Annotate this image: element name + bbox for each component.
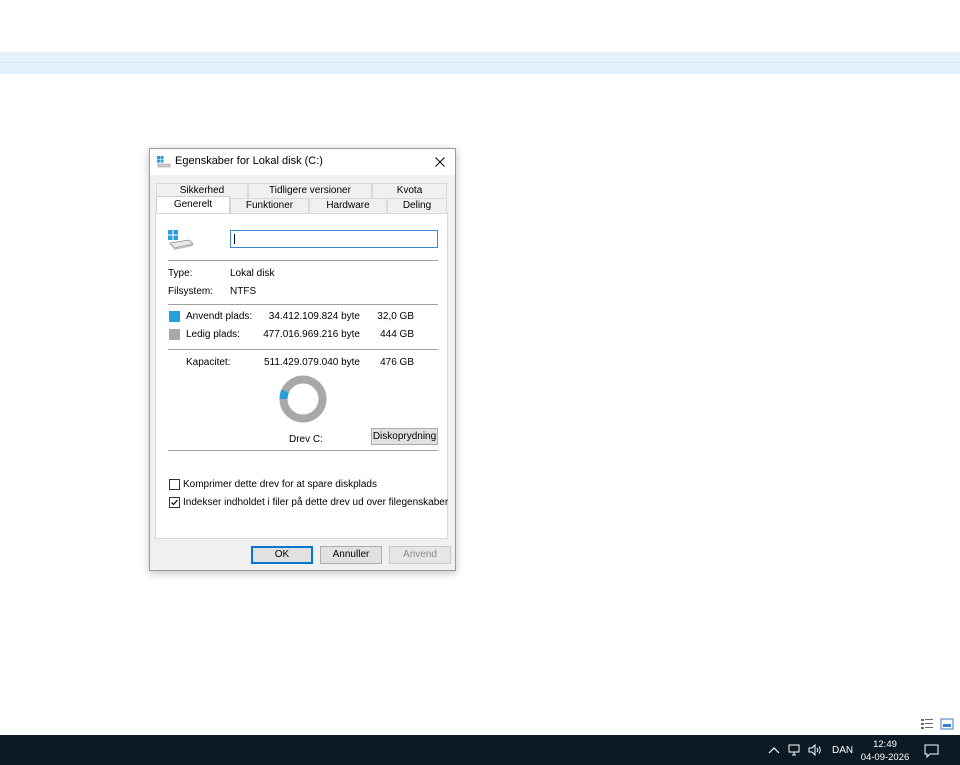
clock-time: 12:49 bbox=[873, 739, 897, 750]
properties-dialog: Egenskaber for Lokal disk (C:) Sikkerhed… bbox=[149, 148, 456, 571]
free-space-ring bbox=[279, 375, 327, 423]
language-indicator[interactable]: DAN bbox=[832, 745, 853, 756]
separator-4 bbox=[168, 450, 438, 451]
separator-3 bbox=[168, 349, 438, 350]
usage-donut-chart bbox=[279, 375, 327, 423]
index-checkbox[interactable] bbox=[169, 497, 180, 508]
drive-icon bbox=[157, 156, 171, 168]
used-color-swatch bbox=[169, 311, 180, 322]
tabs-row-bottom: Generelt Funktioner Hardware Deling bbox=[156, 196, 447, 213]
type-label: Type: bbox=[168, 268, 193, 279]
filesystem-value: NTFS bbox=[230, 286, 257, 297]
dialog-titlebar[interactable]: Egenskaber for Lokal disk (C:) bbox=[150, 149, 455, 175]
drive-large-icon bbox=[168, 230, 194, 250]
band-line bbox=[0, 62, 960, 63]
free-space-gb: 444 GB bbox=[380, 329, 414, 340]
tab-previous-versions[interactable]: Tidligere versioner bbox=[248, 183, 372, 198]
tab-general[interactable]: Generelt bbox=[156, 196, 230, 213]
compress-label: Komprimer dette drev for at spare diskpl… bbox=[183, 479, 377, 490]
apply-button[interactable]: Anvend bbox=[389, 546, 451, 564]
capacity-label: Kapacitet: bbox=[186, 357, 231, 368]
filesystem-label: Filsystem: bbox=[168, 286, 213, 297]
desktop-view-icons bbox=[921, 718, 955, 733]
cancel-button[interactable]: Annuller bbox=[320, 546, 382, 564]
drive-label: Drev C: bbox=[289, 434, 323, 445]
general-panel: Type: Lokal disk Filsystem: NTFS Anvendt… bbox=[155, 213, 448, 539]
disk-cleanup-button[interactable]: Diskoprydning bbox=[371, 428, 438, 445]
used-space-gb: 32,0 GB bbox=[377, 311, 414, 322]
used-space-arc bbox=[279, 389, 289, 400]
free-color-swatch bbox=[169, 329, 180, 340]
used-space-label: Anvendt plads: bbox=[186, 311, 253, 322]
taskbar: DAN 12:49 04-09-2026 bbox=[0, 735, 960, 765]
network-icon[interactable] bbox=[788, 744, 802, 756]
separator-2 bbox=[168, 304, 438, 305]
tab-tools[interactable]: Funktioner bbox=[230, 198, 309, 213]
clock[interactable]: 12:49 04-09-2026 bbox=[856, 738, 914, 764]
close-icon bbox=[435, 157, 445, 167]
free-space-label: Ledig plads: bbox=[186, 329, 240, 340]
capacity-bytes: 511.429.079.040 byte bbox=[263, 357, 360, 368]
tab-hardware[interactable]: Hardware bbox=[309, 198, 387, 213]
used-space-bytes: 34.412.109.824 byte bbox=[268, 311, 360, 322]
tab-quota[interactable]: Kvota bbox=[372, 183, 447, 198]
separator-1 bbox=[168, 260, 438, 261]
window-band bbox=[0, 52, 960, 74]
clock-date: 04-09-2026 bbox=[860, 752, 910, 763]
notifications-icon[interactable] bbox=[924, 744, 939, 758]
ok-button[interactable]: OK bbox=[251, 546, 313, 564]
checkmark-icon bbox=[171, 499, 178, 506]
compress-checkbox[interactable] bbox=[169, 479, 180, 490]
chevron-up-icon[interactable] bbox=[768, 745, 780, 755]
view-toggle-icon[interactable] bbox=[921, 718, 955, 730]
volume-icon[interactable] bbox=[808, 744, 824, 756]
capacity-gb: 476 GB bbox=[380, 357, 414, 368]
dialog-title: Egenskaber for Lokal disk (C:) bbox=[175, 155, 323, 167]
close-button[interactable] bbox=[429, 152, 451, 172]
text-caret bbox=[234, 234, 235, 244]
system-tray: DAN bbox=[768, 735, 853, 765]
free-space-bytes: 477.016.969.216 byte bbox=[263, 329, 360, 340]
tab-sharing[interactable]: Deling bbox=[387, 198, 447, 213]
index-label: Indekser indholdet i filer på dette drev… bbox=[183, 497, 449, 508]
type-value: Lokal disk bbox=[230, 268, 275, 279]
drive-name-input[interactable] bbox=[230, 230, 438, 248]
